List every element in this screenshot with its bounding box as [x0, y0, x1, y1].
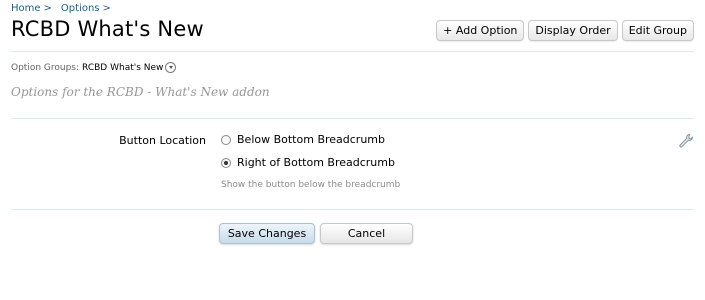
breadcrumb: Home > Options > — [11, 3, 120, 14]
option-groups-label: Option Groups: — [11, 62, 80, 73]
breadcrumb-separator: > — [43, 3, 52, 14]
cancel-button[interactable]: Cancel — [320, 223, 413, 244]
option-groups-value[interactable]: RCBD What's New — [82, 63, 163, 73]
divider — [11, 118, 694, 119]
divider — [11, 51, 694, 52]
save-changes-button[interactable]: Save Changes — [219, 223, 315, 244]
display-order-button[interactable]: Display Order — [528, 20, 618, 41]
chevron-down-icon[interactable] — [165, 62, 177, 73]
add-option-button[interactable]: + Add Option — [436, 20, 525, 41]
edit-group-button[interactable]: Edit Group — [621, 20, 694, 41]
breadcrumb-separator: > — [102, 3, 111, 14]
option-groups-selector: Option Groups: RCBD What's New — [11, 62, 177, 73]
divider — [11, 209, 694, 210]
breadcrumb-home-link[interactable]: Home — [11, 3, 41, 14]
radio-button-checked[interactable] — [221, 157, 231, 168]
top-action-buttons: + Add Option Display Order Edit Group — [436, 20, 694, 41]
radio-label: Right of Bottom Breadcrumb — [237, 156, 395, 169]
radio-button[interactable] — [221, 134, 231, 145]
radio-label: Below Bottom Breadcrumb — [237, 133, 385, 146]
group-description: Options for the RCBD - What's New addon — [11, 85, 270, 99]
radio-below-bottom-breadcrumb[interactable]: Below Bottom Breadcrumb — [221, 133, 385, 146]
option-explain-text: Show the button below the breadcrumb — [221, 180, 401, 190]
breadcrumb-options-link[interactable]: Options — [61, 3, 100, 14]
radio-right-of-bottom-breadcrumb[interactable]: Right of Bottom Breadcrumb — [221, 156, 395, 169]
page-title: RCBD What's New — [11, 17, 204, 41]
option-label: Button Location — [119, 134, 206, 147]
wrench-icon[interactable] — [678, 133, 694, 149]
